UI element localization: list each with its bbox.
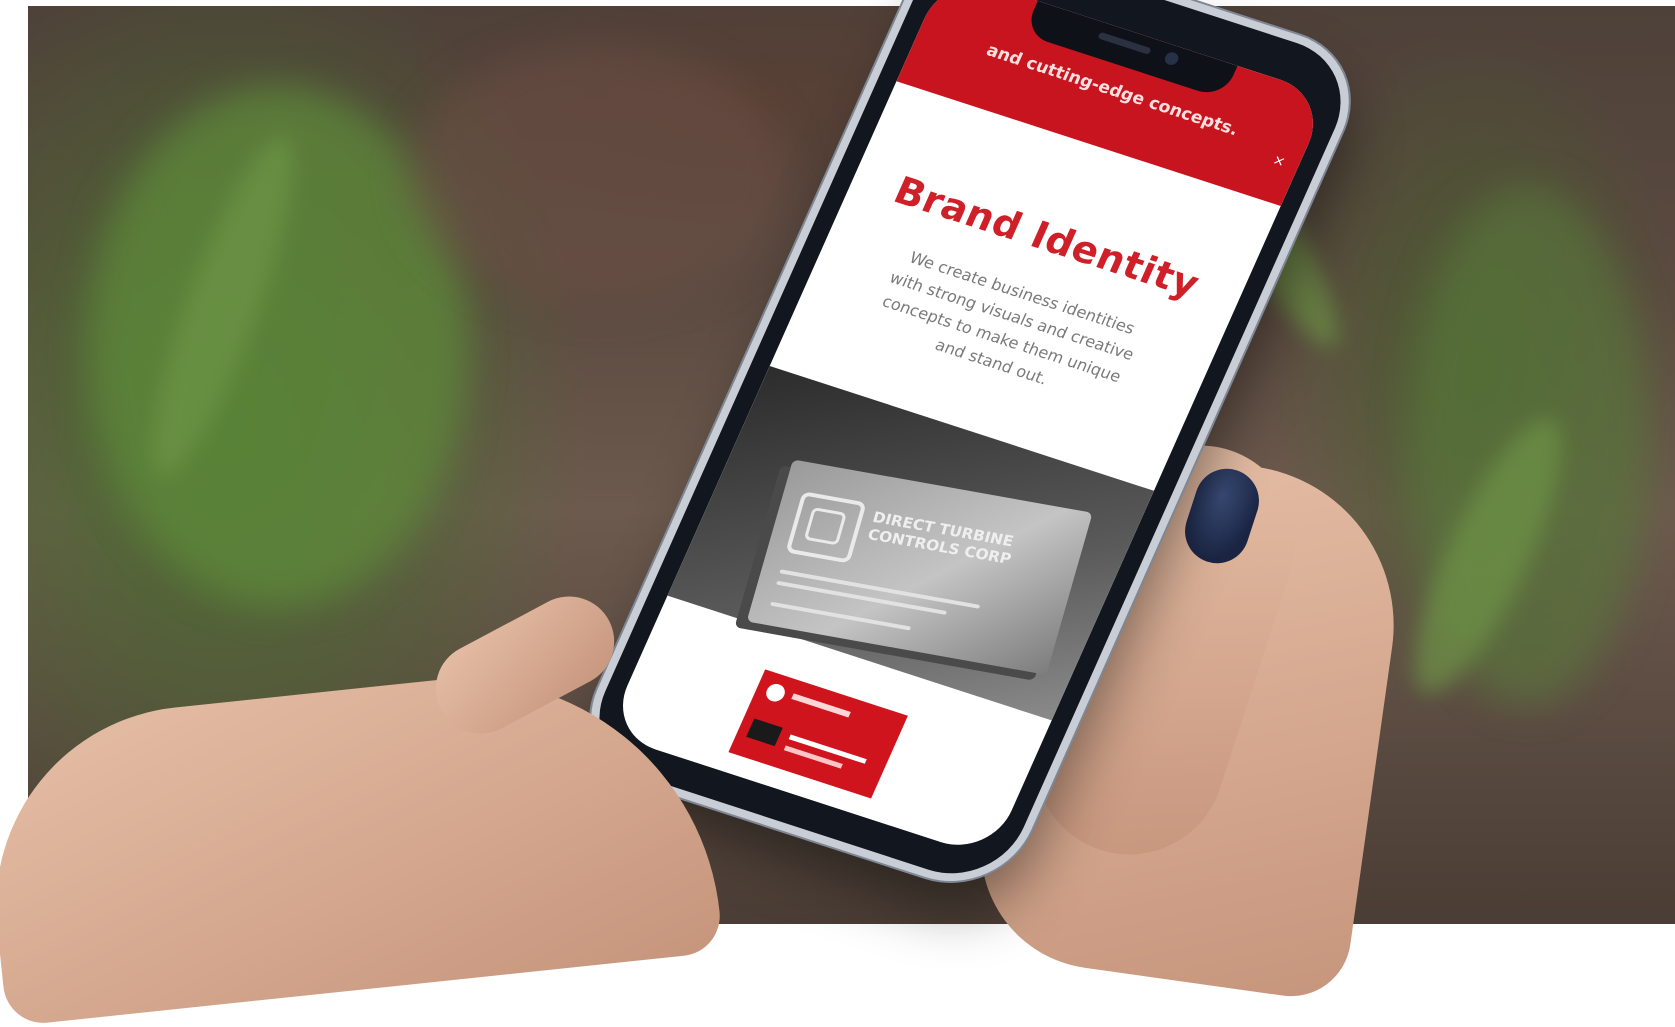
mini-image: [746, 718, 783, 747]
phone-screen: and cutting-edge concepts. × Brand Ident…: [606, 0, 1330, 859]
front-camera-icon: [1162, 50, 1181, 67]
mini-text-bar: [791, 693, 851, 718]
smartphone: and cutting-edge concepts. × Brand Ident…: [576, 0, 1364, 892]
portfolio-thumbnail[interactable]: [728, 669, 908, 799]
logo-inner-square: [803, 507, 847, 546]
business-card-image: DIRECT TURBINE CONTROLS Corp: [667, 365, 1154, 721]
card-text-line: [770, 601, 911, 631]
close-icon[interactable]: ×: [1270, 152, 1288, 170]
card-company-name: DIRECT TURBINE CONTROLS Corp: [865, 508, 1016, 568]
speaker-grille: [1097, 31, 1152, 55]
mini-logo-icon: [763, 681, 788, 704]
business-card: DIRECT TURBINE CONTROLS Corp: [746, 459, 1093, 675]
company-logo-icon: [785, 491, 867, 564]
